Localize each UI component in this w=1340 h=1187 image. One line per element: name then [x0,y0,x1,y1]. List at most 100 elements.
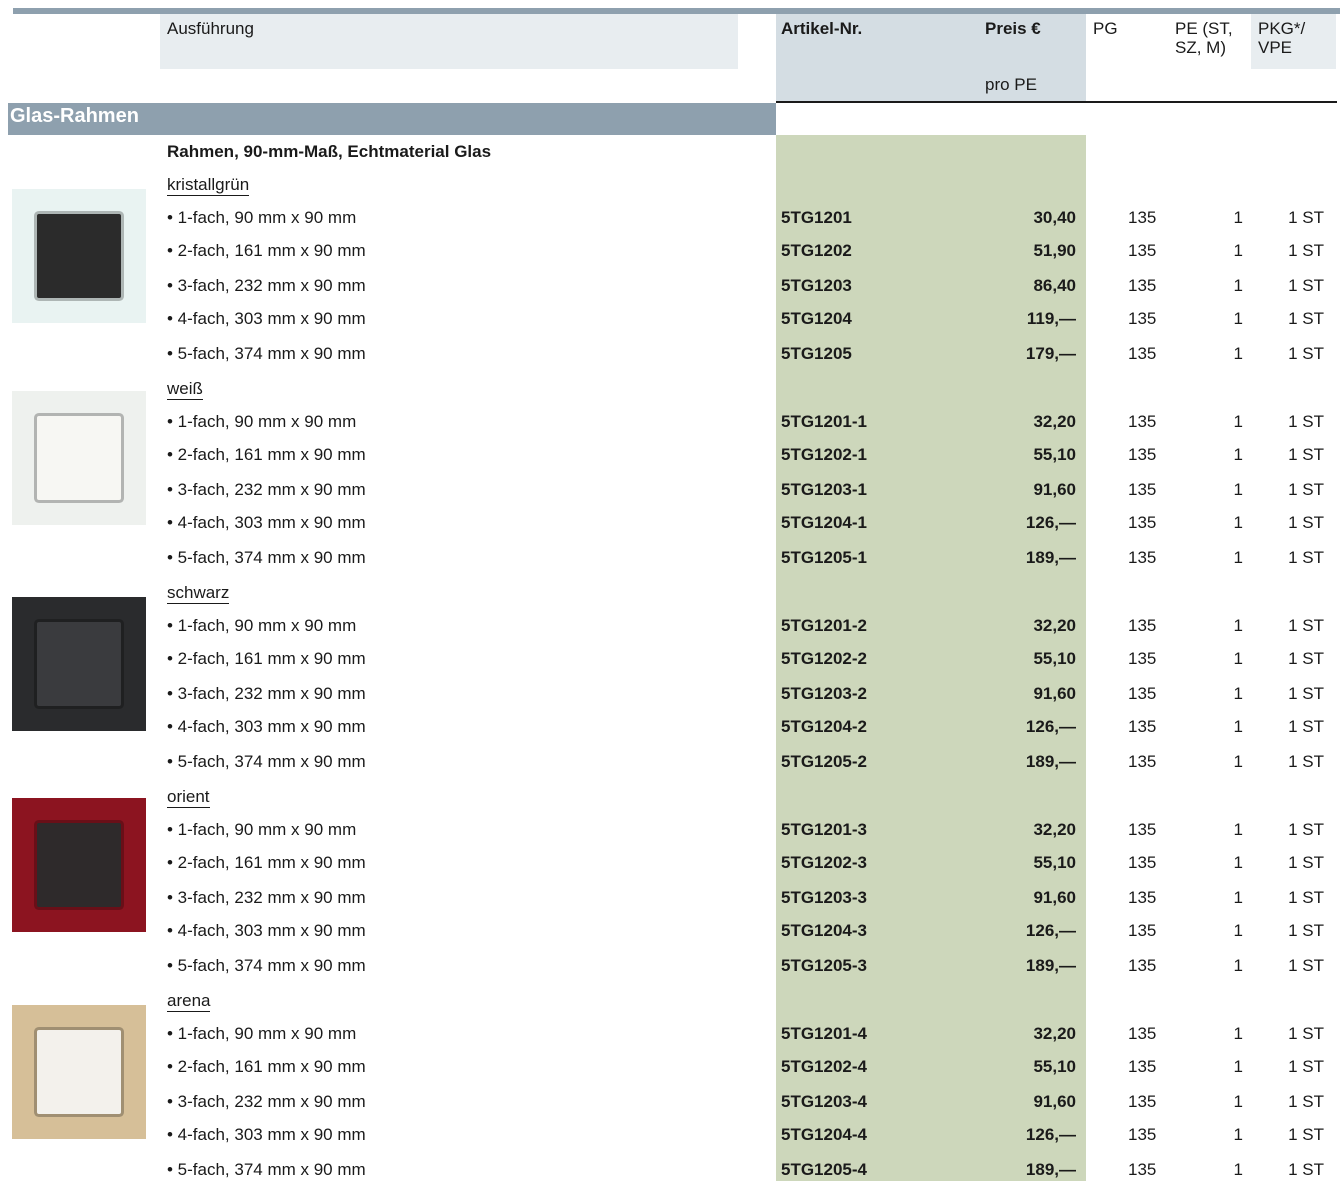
price: 55,10 [1033,853,1076,872]
table-row: • 3-fach, 232 mm x 90 mm 5TG1203-4 91,60 13… [0,1085,1340,1119]
pkg-value: 1 ST [1288,1092,1324,1111]
price: 126,— [1025,921,1076,940]
price: 91,60 [1033,888,1076,907]
price: 32,20 [1033,820,1076,839]
section-subtitle: Rahmen, 90-mm-Maß, Echtmaterial Glas [167,142,492,161]
table-row: • 1-fach, 90 mm x 90 mm 5TG1201 30,40 135 1 1… [0,201,1340,235]
article-number: 5TG1201 [781,208,852,227]
row-description: • 5-fach, 374 mm x 90 mm [167,548,366,567]
price: 189,— [1025,956,1076,975]
table-row: • 3-fach, 232 mm x 90 mm 5TG1203-1 91,60 13… [0,473,1340,507]
pe-value: 1 [1233,684,1243,703]
pg-value: 135 [1128,1024,1157,1043]
article-number: 5TG1202 [781,241,852,260]
pg-value: 135 [1128,480,1157,499]
price: 55,10 [1033,445,1076,464]
header-pe-line2: SZ, M) [1175,38,1226,57]
header-preis: Preis € [985,19,1041,38]
row-description: • 2-fach, 161 mm x 90 mm [167,241,366,260]
price: 126,— [1025,717,1076,736]
row-description: • 3-fach, 232 mm x 90 mm [167,276,366,295]
pe-value: 1 [1233,649,1243,668]
pe-value: 1 [1233,208,1243,227]
pg-value: 135 [1128,208,1157,227]
pe-value: 1 [1233,853,1243,872]
row-description: • 1-fach, 90 mm x 90 mm [167,412,357,431]
row-description: • 2-fach, 161 mm x 90 mm [167,445,366,464]
header-pkg-line1: PKG*/ [1258,19,1306,38]
price: 189,— [1025,548,1076,567]
price: 91,60 [1033,1092,1076,1111]
pg-value: 135 [1128,344,1157,363]
header-rule [776,101,1337,103]
variant-heading: weiß [167,379,203,400]
article-number: 5TG1202-4 [781,1057,867,1076]
table-row: • 5-fach, 374 mm x 90 mm 5TG1205-3 189,— 13… [0,949,1340,983]
pe-value: 1 [1233,548,1243,567]
price: 86,40 [1033,276,1076,295]
price: 55,10 [1033,649,1076,668]
price: 126,— [1025,513,1076,532]
pg-value: 135 [1128,684,1157,703]
article-number: 5TG1203-1 [781,480,867,499]
pkg-value: 1 ST [1288,649,1324,668]
article-number: 5TG1205 [781,344,852,363]
pkg-value: 1 ST [1288,956,1324,975]
section-title: Glas-Rahmen [10,105,139,127]
table-row: • 2-fach, 161 mm x 90 mm 5TG1202-2 55,10 13… [0,642,1340,676]
article-number: 5TG1205-4 [781,1160,867,1179]
pe-value: 1 [1233,1160,1243,1179]
row-description: • 1-fach, 90 mm x 90 mm [167,820,357,839]
pg-value: 135 [1128,752,1157,771]
price: 91,60 [1033,480,1076,499]
article-number: 5TG1204 [781,309,852,328]
article-number: 5TG1203 [781,276,852,295]
pg-value: 135 [1128,241,1157,260]
pkg-value: 1 ST [1288,1125,1324,1144]
row-description: • 5-fach, 374 mm x 90 mm [167,1160,366,1179]
table-row: • 1-fach, 90 mm x 90 mm 5TG1201-4 32,20 135… [0,1017,1340,1051]
table-row: • 4-fach, 303 mm x 90 mm 5TG1204-4 126,— 13… [0,1118,1340,1152]
pg-value: 135 [1128,649,1157,668]
row-description: • 1-fach, 90 mm x 90 mm [167,208,357,227]
price: 179,— [1025,344,1076,363]
table-row: • 1-fach, 90 mm x 90 mm 5TG1201-1 32,20 135… [0,405,1340,439]
article-number: 5TG1204-3 [781,921,867,940]
article-number: 5TG1204-1 [781,513,867,532]
pg-value: 135 [1128,412,1157,431]
pkg-value: 1 ST [1288,1024,1324,1043]
pe-value: 1 [1233,820,1243,839]
article-number: 5TG1202-3 [781,853,867,872]
row-description: • 4-fach, 303 mm x 90 mm [167,921,366,940]
article-number: 5TG1204-2 [781,717,867,736]
pkg-value: 1 ST [1288,241,1324,260]
pe-value: 1 [1233,616,1243,635]
table-row: • 3-fach, 232 mm x 90 mm 5TG1203 86,40 135 1… [0,269,1340,303]
variant-heading: schwarz [167,583,230,604]
variant-heading: orient [167,787,210,808]
pkg-value: 1 ST [1288,921,1324,940]
table-row: • 5-fach, 374 mm x 90 mm 5TG1205 179,— 135 1… [0,337,1340,371]
table-row: • 4-fach, 303 mm x 90 mm 5TG1204-2 126,— 13… [0,710,1340,744]
pe-value: 1 [1233,412,1243,431]
pkg-value: 1 ST [1288,820,1324,839]
pe-value: 1 [1233,921,1243,940]
article-number: 5TG1205-3 [781,956,867,975]
pe-value: 1 [1233,480,1243,499]
pe-value: 1 [1233,717,1243,736]
pg-value: 135 [1128,921,1157,940]
price: 119,— [1026,309,1076,328]
table-row: • 2-fach, 161 mm x 90 mm 5TG1202-1 55,10 13… [0,438,1340,472]
price: 32,20 [1033,1024,1076,1043]
pg-value: 135 [1128,548,1157,567]
pe-value: 1 [1233,888,1243,907]
pg-value: 135 [1128,513,1157,532]
table-row: • 4-fach, 303 mm x 90 mm 5TG1204-1 126,— 13… [0,506,1340,540]
table-row: • 1-fach, 90 mm x 90 mm 5TG1201-2 32,20 135… [0,609,1340,643]
table-row: • 2-fach, 161 mm x 90 mm 5TG1202 51,90 135 1… [0,234,1340,268]
row-description: • 5-fach, 374 mm x 90 mm [167,956,366,975]
pkg-value: 1 ST [1288,344,1324,363]
pkg-value: 1 ST [1288,480,1324,499]
table-row: • 4-fach, 303 mm x 90 mm 5TG1204-3 126,— 13… [0,914,1340,948]
article-number: 5TG1205-2 [781,752,867,771]
